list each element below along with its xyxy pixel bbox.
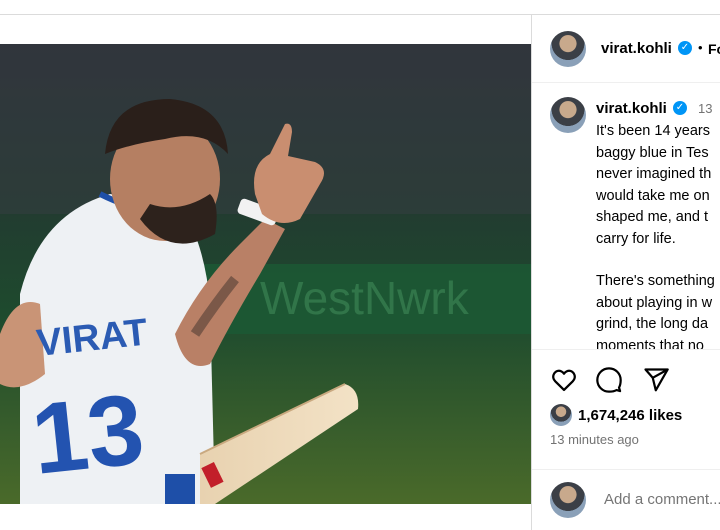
caption-line: There's something bbox=[596, 273, 715, 289]
header-separator: • bbox=[698, 40, 703, 55]
svg-text:WestNwrk: WestNwrk bbox=[260, 272, 470, 324]
top-bar bbox=[0, 0, 720, 15]
caption-line: It's been 14 years bbox=[596, 123, 711, 139]
jersey-number: 13 bbox=[27, 373, 149, 496]
comment-avatar[interactable] bbox=[550, 482, 586, 518]
header-username[interactable]: virat.kohli bbox=[601, 40, 672, 57]
caption-line: grind, the long da bbox=[596, 316, 709, 332]
verified-badge-icon: ✓ bbox=[678, 41, 692, 55]
caption-time: 13 bbox=[698, 101, 713, 116]
caption-line: baggy blue in Tes bbox=[596, 144, 709, 161]
caption-avatar[interactable] bbox=[550, 97, 586, 133]
avatar[interactable] bbox=[550, 31, 586, 67]
liker-avatar[interactable] bbox=[550, 404, 572, 426]
heart-icon[interactable] bbox=[550, 366, 578, 394]
caption-line: would take me on bbox=[596, 187, 710, 204]
caption-line: about playing in w bbox=[596, 294, 713, 311]
post-image[interactable]: WestNwrk VIRAT 13 bbox=[0, 44, 531, 504]
actions-divider bbox=[532, 349, 720, 350]
caption-line: carry for life. bbox=[596, 230, 676, 247]
comment-input[interactable] bbox=[602, 490, 720, 509]
post-header: virat.kohli ✓ • Fo bbox=[532, 14, 720, 83]
caption-line: never imagined th bbox=[596, 166, 712, 182]
caption-username[interactable]: virat.kohli bbox=[596, 100, 667, 117]
post-time[interactable]: 13 minutes ago bbox=[550, 432, 639, 447]
caption-text: It's been 14 years baggy blue in Tes nev… bbox=[596, 121, 720, 349]
follow-button[interactable]: Fo bbox=[708, 41, 720, 57]
caption-area: virat.kohli ✓ 13 It's been 14 years bagg… bbox=[532, 83, 720, 349]
likes-count[interactable]: 1,674,246 likes bbox=[578, 407, 682, 424]
share-icon[interactable] bbox=[642, 366, 670, 394]
caption-line: shaped me, and t bbox=[596, 209, 709, 225]
caption-line: moments that no bbox=[596, 337, 704, 350]
post-side-panel: virat.kohli ✓ • Fo virat.kohli ✓ 13 It's… bbox=[532, 14, 720, 530]
comment-divider bbox=[532, 469, 720, 470]
comment-icon[interactable] bbox=[595, 366, 623, 394]
verified-badge-icon: ✓ bbox=[673, 101, 687, 115]
